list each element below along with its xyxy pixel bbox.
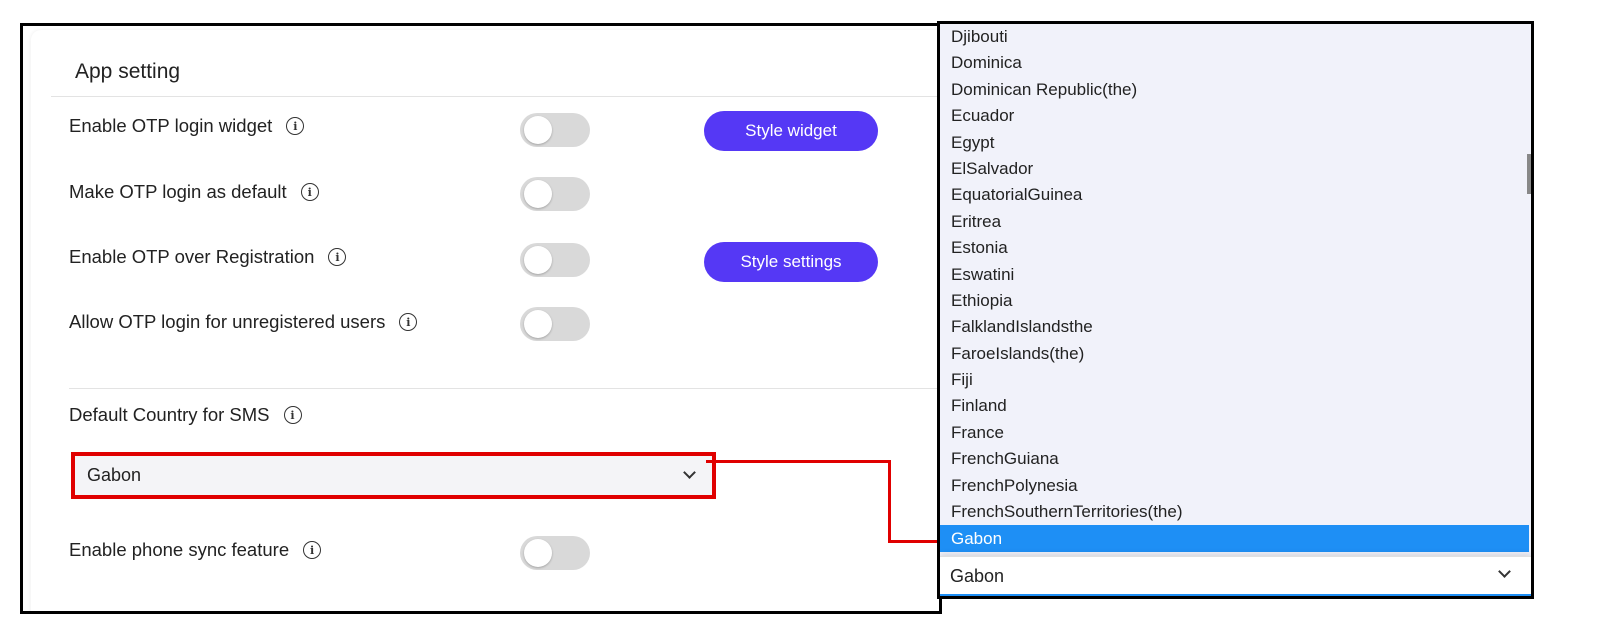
- country-select[interactable]: Gabon: [71, 452, 716, 499]
- country-dropdown-expanded: Djibouti Dominica Dominican Republic(the…: [937, 21, 1534, 599]
- list-item[interactable]: Dominica: [940, 50, 1529, 76]
- otp-widget-label-text: Enable OTP login widget: [69, 115, 273, 136]
- default-country-label-text: Default Country for SMS: [69, 404, 270, 425]
- list-item[interactable]: Eswatini: [940, 262, 1529, 288]
- info-icon[interactable]: i: [328, 248, 347, 266]
- chevron-down-icon: [683, 466, 696, 479]
- otp-widget-label: Enable OTP login widget i: [69, 115, 305, 137]
- toggle-knob: [524, 180, 552, 208]
- app-settings-panel: App setting Enable OTP login widget i St…: [20, 23, 942, 614]
- otp-unregistered-toggle[interactable]: [520, 307, 590, 341]
- divider: [69, 388, 939, 389]
- list-item[interactable]: FrenchSouthernTerritories(the): [940, 499, 1529, 525]
- phone-sync-label-text: Enable phone sync feature: [69, 539, 290, 560]
- callout-connector: [888, 540, 942, 543]
- country-select-collapsed[interactable]: Gabon: [940, 556, 1531, 596]
- chevron-down-icon: [1498, 565, 1511, 578]
- list-item[interactable]: ElSalvador: [940, 156, 1529, 182]
- list-item[interactable]: Finland: [940, 393, 1529, 419]
- callout-connector: [888, 460, 891, 543]
- otp-default-toggle[interactable]: [520, 177, 590, 211]
- default-country-label: Default Country for SMS i: [69, 404, 302, 426]
- info-icon[interactable]: i: [283, 406, 302, 424]
- list-item[interactable]: Fiji: [940, 367, 1529, 393]
- otp-registration-toggle[interactable]: [520, 243, 590, 277]
- list-item[interactable]: Ethiopia: [940, 288, 1529, 314]
- phone-sync-toggle[interactable]: [520, 536, 590, 570]
- otp-registration-label-text: Enable OTP over Registration: [69, 246, 315, 267]
- toggle-knob: [524, 539, 552, 567]
- list-item[interactable]: FrenchPolynesia: [940, 473, 1529, 499]
- list-item[interactable]: Estonia: [940, 235, 1529, 261]
- settings-card: App setting Enable OTP login widget i St…: [31, 30, 939, 611]
- country-select-value: Gabon: [950, 566, 1005, 586]
- scrollbar[interactable]: [1527, 154, 1531, 194]
- otp-unregistered-label: Allow OTP login for unregistered users i: [69, 311, 418, 333]
- style-settings-button[interactable]: Style settings: [704, 242, 878, 282]
- otp-default-label-text: Make OTP login as default: [69, 181, 287, 202]
- list-item[interactable]: FrenchGuiana: [940, 446, 1529, 472]
- toggle-knob: [524, 246, 552, 274]
- info-icon[interactable]: i: [399, 313, 418, 331]
- list-item[interactable]: FaroeIslands(the): [940, 341, 1529, 367]
- selected-list-item[interactable]: Gabon: [940, 525, 1529, 553]
- info-icon[interactable]: i: [303, 541, 322, 559]
- list-item[interactable]: Ecuador: [940, 103, 1529, 129]
- style-widget-button[interactable]: Style widget: [704, 111, 878, 151]
- list-item[interactable]: FalklandIslandsthe: [940, 314, 1529, 340]
- toggle-knob: [524, 116, 552, 144]
- list-item[interactable]: Egypt: [940, 130, 1529, 156]
- divider: [51, 96, 939, 97]
- list-item[interactable]: France: [940, 420, 1529, 446]
- info-icon[interactable]: i: [300, 183, 319, 201]
- toggle-knob: [524, 310, 552, 338]
- list-item[interactable]: Dominican Republic(the): [940, 77, 1529, 103]
- list-item[interactable]: Djibouti: [940, 24, 1529, 50]
- list-item[interactable]: Eritrea: [940, 209, 1529, 235]
- otp-default-label: Make OTP login as default i: [69, 181, 319, 203]
- phone-sync-label: Enable phone sync feature i: [69, 539, 322, 561]
- country-options-list[interactable]: Djibouti Dominica Dominican Republic(the…: [940, 24, 1529, 553]
- info-icon[interactable]: i: [286, 117, 305, 135]
- page-title: App setting: [75, 60, 181, 83]
- country-select-value: Gabon: [87, 465, 142, 485]
- otp-registration-label: Enable OTP over Registration i: [69, 246, 347, 268]
- otp-widget-toggle[interactable]: [520, 113, 590, 147]
- focus-underline: [940, 594, 1531, 596]
- list-item[interactable]: EquatorialGuinea: [940, 182, 1529, 208]
- callout-connector: [706, 460, 890, 463]
- otp-unregistered-label-text: Allow OTP login for unregistered users: [69, 311, 386, 332]
